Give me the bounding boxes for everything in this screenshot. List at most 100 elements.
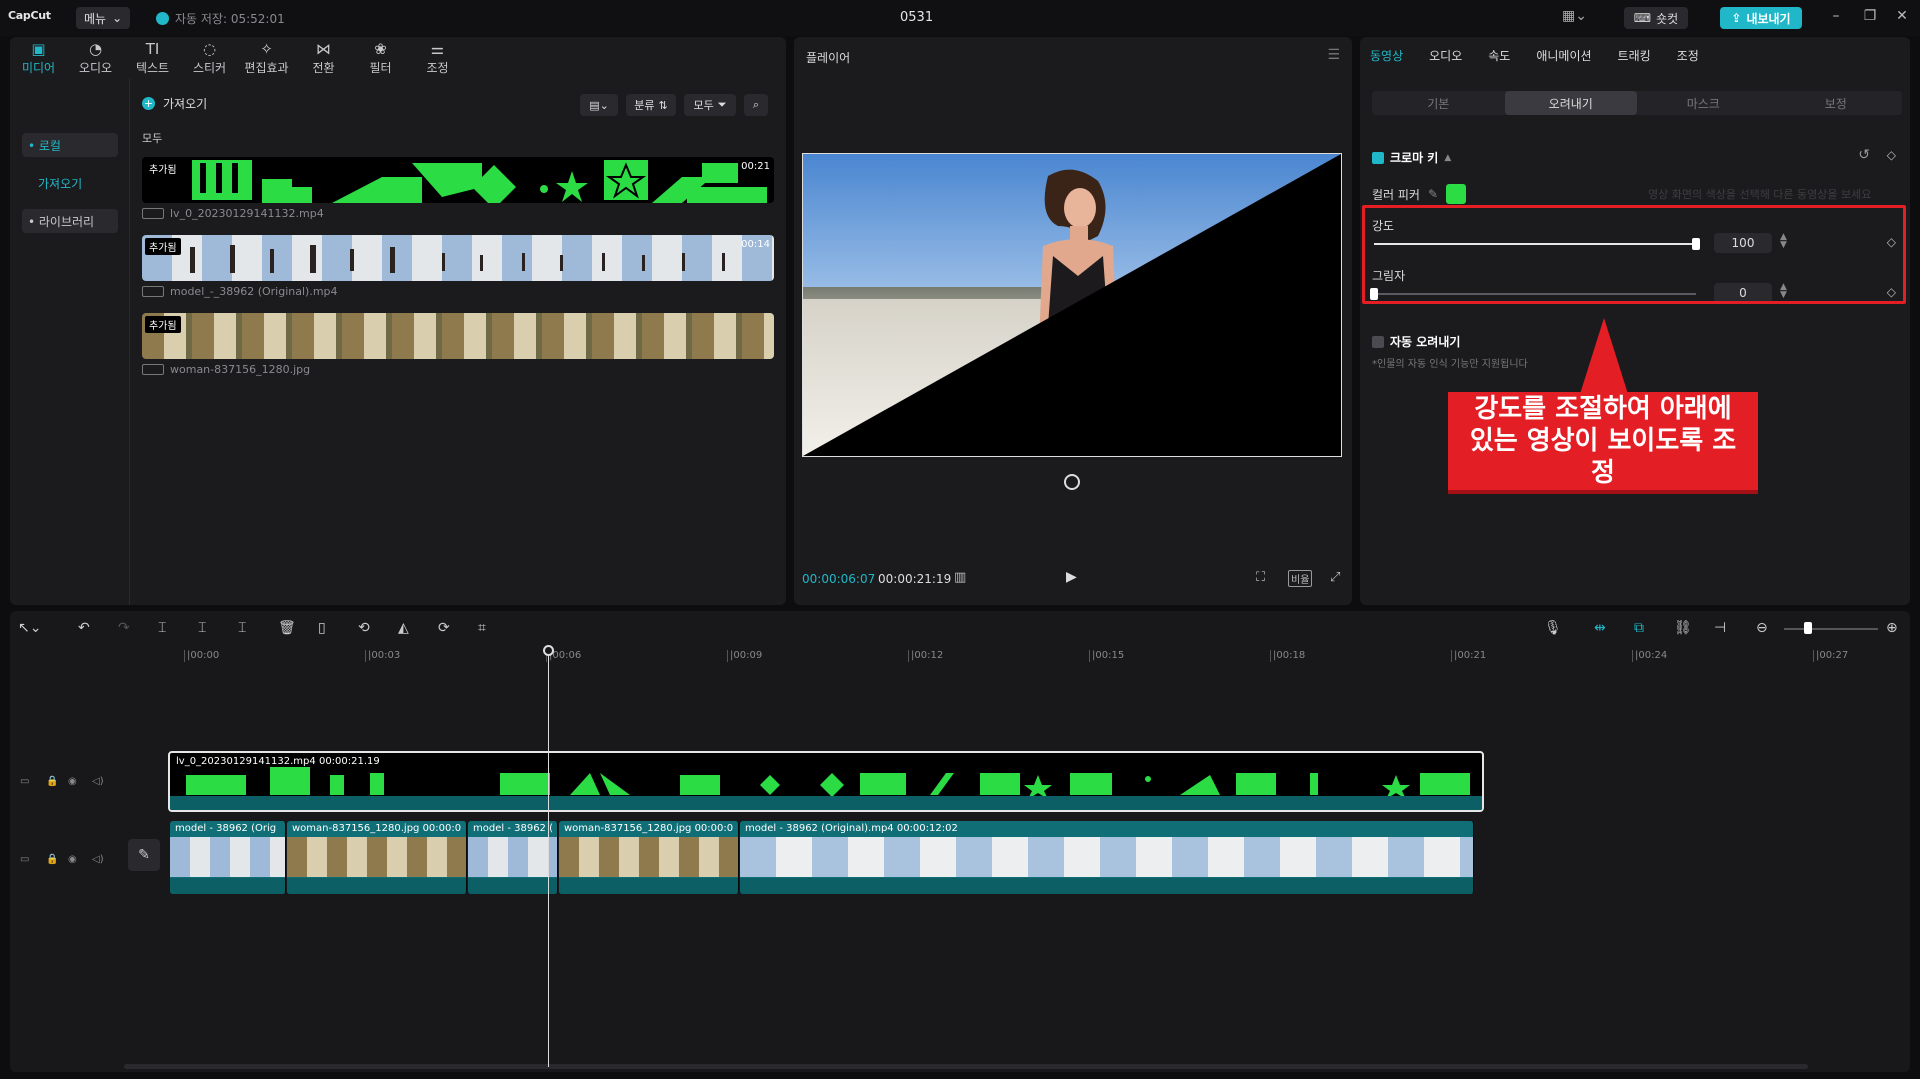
eye-icon[interactable]: ◉: [68, 776, 77, 787]
color-picker-row: 컬러 피커 ✎: [1372, 184, 1467, 204]
auto-cutout-row[interactable]: 자동 오려내기: [1372, 333, 1460, 350]
redo-icon[interactable]: ↷: [118, 620, 130, 636]
import-button[interactable]: + 가져오기: [142, 95, 207, 112]
split-icon[interactable]: ⌶: [158, 620, 166, 636]
sidebar-item-local[interactable]: • 로컬: [22, 133, 118, 157]
tab-audio[interactable]: ◔ 오디오: [67, 37, 124, 79]
layout-icon[interactable]: ▦⌄: [1562, 8, 1592, 28]
tab-sticker[interactable]: ◌ 스티커: [181, 37, 238, 79]
auto-cutout-checkbox[interactable]: [1372, 335, 1384, 348]
tab-adjust-props[interactable]: 조정: [1677, 47, 1699, 64]
select-tool-icon[interactable]: ↖⌄: [18, 620, 41, 636]
tab-audio-props[interactable]: 오디오: [1429, 47, 1462, 64]
sidebar-item-library[interactable]: • 라이브러리: [22, 209, 118, 233]
cover-icon[interactable]: ▭: [20, 776, 29, 787]
playhead-handle[interactable]: [543, 645, 554, 656]
linkage-icon[interactable]: ⧉: [1634, 620, 1644, 636]
undo-icon[interactable]: ↶: [78, 620, 90, 636]
tab-animation[interactable]: 애니메이션: [1536, 47, 1591, 64]
media-clip-model[interactable]: 추가됨 00:14: [142, 235, 774, 281]
subtab-mask[interactable]: 마스크: [1637, 91, 1770, 115]
chroma-key-checkbox[interactable]: [1372, 151, 1384, 164]
play-button[interactable]: ▶: [1066, 569, 1077, 585]
picked-color-swatch[interactable]: [1446, 184, 1467, 204]
tab-filter[interactable]: ❀ 필터: [352, 37, 409, 79]
reverse-icon[interactable]: ⟲: [358, 620, 370, 636]
tab-video[interactable]: 동영상: [1370, 47, 1403, 64]
eyedropper-icon[interactable]: ✎: [1428, 187, 1438, 201]
split-right-icon[interactable]: ⌶: [238, 620, 246, 636]
mirror-icon[interactable]: ◭: [398, 620, 409, 636]
keyframe-icon[interactable]: ◇: [1887, 148, 1896, 162]
export-button[interactable]: ⇪ 내보내기: [1720, 7, 1802, 29]
sort-button[interactable]: 분류 ⇅: [626, 94, 676, 116]
ruler-tick: |00:00: [184, 650, 219, 662]
freeze-icon[interactable]: ▯: [318, 620, 326, 636]
subtab-correction[interactable]: 보정: [1770, 91, 1903, 115]
main-track-clip[interactable]: model - 38962 (Orig: [170, 821, 286, 894]
lock-icon[interactable]: 🔒: [46, 776, 58, 787]
view-mode-button[interactable]: ▤⌄: [580, 94, 618, 116]
timeline-ruler[interactable]: |00:00 |00:03 |00:06 |00:09 |00:12 |00:1…: [120, 647, 1900, 667]
ratio-button[interactable]: 비율: [1288, 570, 1313, 587]
speaker-icon[interactable]: ◁): [92, 776, 104, 787]
zoom-out-icon[interactable]: ⊖: [1756, 620, 1768, 636]
zoom-knob[interactable]: [1804, 622, 1812, 634]
media-clip-woman[interactable]: 추가됨: [142, 313, 774, 359]
playhead[interactable]: [548, 647, 549, 1067]
zoom-slider[interactable]: [1784, 628, 1878, 630]
subtab-cutout[interactable]: 오려내기: [1504, 91, 1637, 115]
edit-cover-button[interactable]: ✎: [128, 839, 160, 871]
tab-text[interactable]: TI 텍스트: [124, 37, 181, 79]
overlay-clip[interactable]: lv_0_20230129141132.mp4 00:00:21.19: [168, 751, 1484, 812]
fullscreen-icon[interactable]: ⤢: [1330, 570, 1340, 585]
rotate-clip-icon[interactable]: ⟳: [438, 620, 450, 636]
main-track-clip[interactable]: model - 38962 (: [468, 821, 558, 894]
menu-button[interactable]: 메뉴 ⌄: [76, 7, 131, 29]
main-track-clip[interactable]: woman-837156_1280.jpg 00:00:0: [287, 821, 467, 894]
cover-icon-main[interactable]: ▭: [20, 854, 29, 865]
microphone-icon[interactable]: 🎙: [1544, 620, 1562, 636]
delete-icon[interactable]: 🗑: [278, 620, 296, 636]
media-clip-green[interactable]: 추가됨 00:21: [142, 157, 774, 203]
magnet-icon[interactable]: ⇹: [1594, 620, 1606, 636]
speaker-icon[interactable]: ◁): [92, 854, 104, 865]
zoom-in-icon[interactable]: ⊕: [1886, 620, 1898, 636]
fit-icon[interactable]: ⛶: [1256, 570, 1265, 585]
timeline-scrollbar[interactable]: [124, 1064, 1808, 1069]
properties-tabs: 동영상 오디오 속도 애니메이션 트래킹 조정: [1370, 47, 1725, 64]
sidebar-item-import[interactable]: 가져오기: [22, 171, 118, 195]
clip-filename: woman-837156_1280.jpg: [142, 363, 310, 376]
crop-icon[interactable]: ⌗: [478, 620, 486, 636]
hamburger-icon[interactable]: ☰: [1327, 47, 1340, 63]
link-icon[interactable]: ⛓: [1674, 620, 1692, 636]
tab-adjust[interactable]: ⚌ 조정: [409, 37, 466, 79]
tab-tracking[interactable]: 트래킹: [1618, 47, 1651, 64]
main-track-clip[interactable]: model - 38962 (Original).mp4 00:00:12:02: [740, 821, 1474, 894]
eye-icon[interactable]: ◉: [68, 854, 77, 865]
preview-axis-icon[interactable]: ⊣: [1714, 620, 1726, 636]
close-icon[interactable]: ✕: [1892, 8, 1912, 24]
tab-media[interactable]: ▣ 미디어: [10, 37, 67, 79]
frame-icon[interactable]: ▥: [954, 570, 966, 585]
ruler-tick: |00:03: [365, 650, 400, 662]
shortcut-button[interactable]: ⌨ 숏컷: [1624, 7, 1688, 29]
search-button[interactable]: ⌕: [744, 94, 768, 116]
subtab-basic[interactable]: 기본: [1372, 91, 1505, 115]
picker-hint: 영상 화면의 색상을 선택해 다른 동영상을 보세요: [1648, 188, 1872, 201]
tab-transition[interactable]: ⋈ 전환: [295, 37, 352, 79]
filter-button[interactable]: 모두 ⏷: [684, 94, 736, 116]
split-left-icon[interactable]: ⌶: [198, 620, 206, 636]
lock-icon[interactable]: 🔒: [46, 854, 58, 865]
tab-label: 조정: [426, 60, 449, 75]
chroma-key-header[interactable]: 크로마 키 ▲: [1372, 149, 1451, 166]
video-preview[interactable]: [802, 153, 1342, 457]
tab-label: 스티커: [192, 60, 227, 75]
restore-icon[interactable]: ❐: [1860, 8, 1880, 24]
main-track-clip[interactable]: woman-837156_1280.jpg 00:00:0: [559, 821, 739, 894]
rotate-icon[interactable]: [1064, 474, 1080, 490]
minimize-icon[interactable]: –: [1826, 8, 1846, 24]
tab-speed[interactable]: 속도: [1488, 47, 1510, 64]
reset-icon[interactable]: ↺: [1858, 147, 1870, 163]
tab-effects[interactable]: ✧ 편집효과: [238, 37, 295, 79]
